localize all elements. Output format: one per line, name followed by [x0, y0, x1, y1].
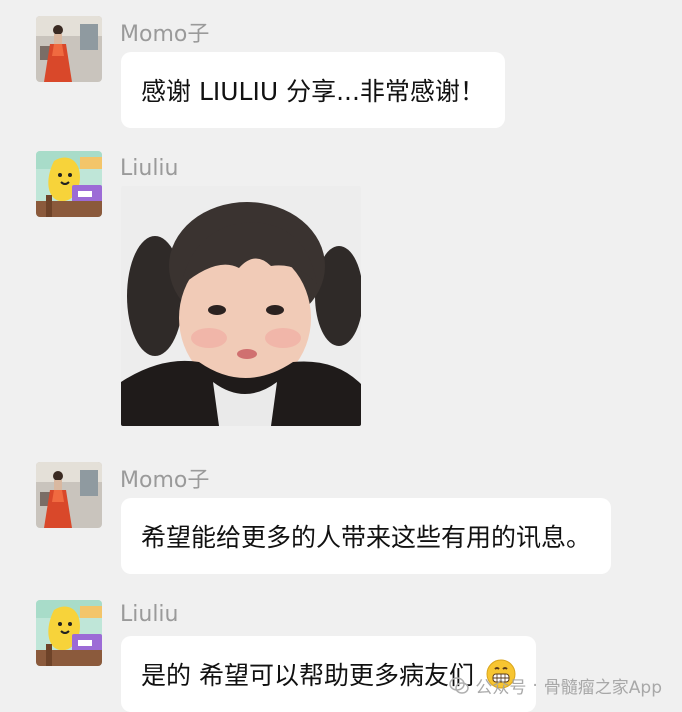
avatar-liuliu[interactable]	[36, 600, 102, 666]
chat-message: Liuliu	[0, 140, 682, 440]
watermark-prefix: 公众号	[475, 678, 527, 698]
sender-name: Momo子	[120, 22, 210, 47]
sticker-image[interactable]	[121, 186, 361, 426]
avatar-liuliu[interactable]	[36, 151, 102, 217]
message-text: 希望能给更多的人带来这些有用的讯息。	[141, 523, 592, 552]
sender-name: Momo子	[120, 468, 210, 493]
sender-name: Liuliu	[120, 602, 179, 627]
wechat-icon	[449, 676, 470, 695]
message-bubble[interactable]: 感谢 LIULIU 分享...非常感谢！	[121, 52, 505, 128]
watermark-name: 骨髓瘤之家App	[543, 678, 662, 698]
avatar-momo[interactable]	[36, 462, 102, 528]
watermark: 公众号 · 骨髓瘤之家App	[449, 673, 662, 698]
chat-message: Momo子 感谢 LIULIU 分享...非常感谢！	[0, 0, 682, 140]
sender-name: Liuliu	[120, 156, 179, 181]
message-text: 感谢 LIULIU 分享...非常感谢！	[141, 77, 485, 106]
watermark-separator: ·	[532, 675, 538, 696]
chat-message: Momo子 希望能给更多的人带来这些有用的讯息。	[0, 446, 682, 586]
message-text: 是的 希望可以帮助更多病友们	[141, 661, 474, 690]
message-bubble[interactable]: 希望能给更多的人带来这些有用的讯息。	[121, 498, 612, 574]
avatar-momo[interactable]	[36, 16, 102, 82]
